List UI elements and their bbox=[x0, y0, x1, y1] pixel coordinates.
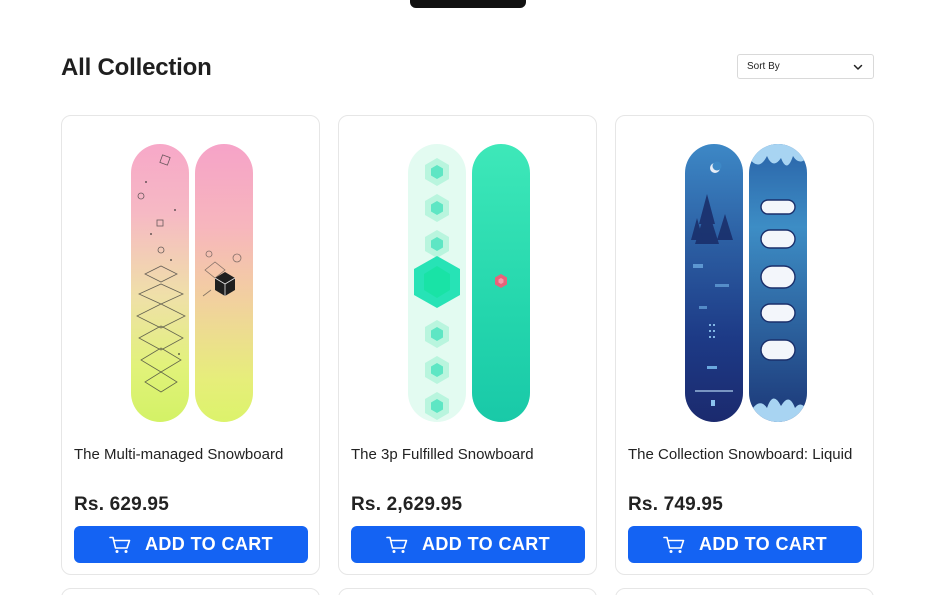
product-title[interactable]: The 3p Fulfilled Snowboard bbox=[351, 444, 586, 466]
snowboard-image-base bbox=[194, 144, 253, 422]
product-image[interactable] bbox=[74, 128, 309, 438]
cart-icon bbox=[386, 536, 408, 554]
product-card[interactable]: The Collection Snowboard: Liquid Rs. 749… bbox=[615, 115, 874, 575]
page-title: All Collection bbox=[61, 54, 212, 81]
product-card[interactable]: The 3p Fulfilled Snowboard Rs. 2,629.95 … bbox=[338, 115, 597, 575]
snowboard-image-base bbox=[471, 144, 530, 422]
snowboard-image-top bbox=[130, 144, 189, 422]
product-card-next[interactable] bbox=[338, 588, 597, 595]
chevron-down-icon bbox=[852, 61, 864, 73]
product-image[interactable] bbox=[628, 128, 863, 438]
snowboard-image-base bbox=[748, 144, 807, 422]
cart-icon bbox=[663, 536, 685, 554]
collection-header: All Collection Sort By bbox=[61, 52, 874, 84]
product-image[interactable] bbox=[351, 128, 586, 438]
product-price: Rs. 2,629.95 bbox=[351, 494, 463, 515]
snowboard-image-top bbox=[684, 144, 743, 422]
product-price: Rs. 749.95 bbox=[628, 494, 723, 515]
product-card[interactable]: The Multi-managed Snowboard Rs. 629.95 A… bbox=[61, 115, 320, 575]
cart-icon bbox=[109, 536, 131, 554]
add-to-cart-button[interactable]: ADD TO CART bbox=[351, 526, 585, 563]
product-title[interactable]: The Collection Snowboard: Liquid bbox=[628, 444, 863, 466]
snowboard-image-top bbox=[407, 144, 466, 422]
sort-by-select[interactable]: Sort By bbox=[737, 54, 874, 79]
top-nav-button[interactable] bbox=[410, 0, 526, 8]
sort-by-label: Sort By bbox=[747, 61, 780, 72]
product-card-next[interactable] bbox=[615, 588, 874, 595]
add-to-cart-button[interactable]: ADD TO CART bbox=[628, 526, 862, 563]
add-to-cart-label: ADD TO CART bbox=[698, 534, 828, 554]
product-card-next[interactable] bbox=[61, 588, 320, 595]
add-to-cart-label: ADD TO CART bbox=[144, 534, 274, 554]
add-to-cart-label: ADD TO CART bbox=[421, 534, 551, 554]
product-title[interactable]: The Multi-managed Snowboard bbox=[74, 444, 309, 466]
add-to-cart-button[interactable]: ADD TO CART bbox=[74, 526, 308, 563]
product-price: Rs. 629.95 bbox=[74, 494, 169, 515]
